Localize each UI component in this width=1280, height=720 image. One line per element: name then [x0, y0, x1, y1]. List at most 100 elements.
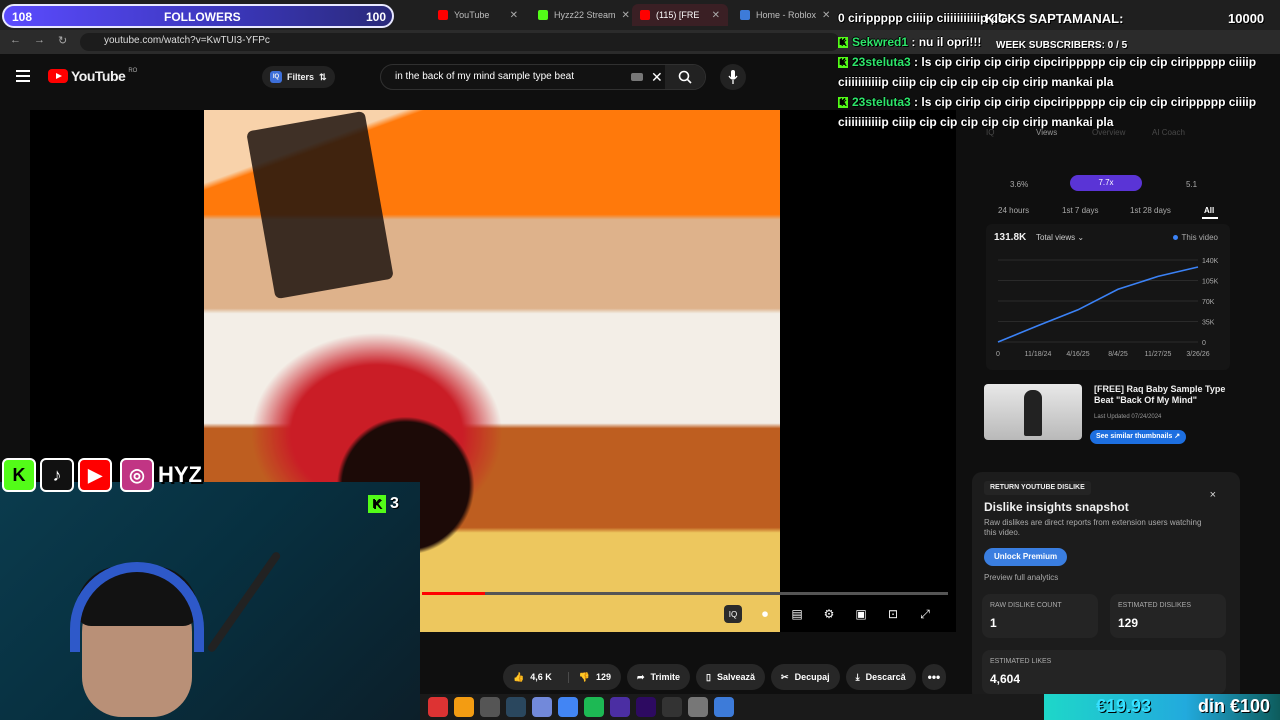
- cast-icon[interactable]: ⊡: [884, 605, 902, 623]
- forward-icon[interactable]: →: [34, 34, 45, 46]
- more-actions-button[interactable]: •••: [921, 664, 947, 690]
- download-button[interactable]: ⤓ Descarcă: [845, 664, 916, 690]
- x-tick-label: 11/18/24: [1025, 351, 1052, 358]
- kick-badge-icon: K: [838, 37, 848, 48]
- headphones-icon: [70, 562, 204, 652]
- miniplayer-icon[interactable]: ▣: [852, 605, 870, 623]
- kicks-label: KICKS SAPTAMANAL:: [985, 11, 1124, 26]
- tab-kick-stream[interactable]: Hyzz22 Stream ✕: [530, 4, 630, 26]
- range-option[interactable]: 1st 7 days: [1062, 206, 1098, 215]
- preview-analytics-link[interactable]: Preview full analytics: [984, 573, 1058, 582]
- x-tick-label: 8/4/25: [1108, 351, 1128, 358]
- discord-icon[interactable]: [532, 697, 552, 717]
- settings-icon[interactable]: ⚙: [820, 605, 838, 623]
- estimated-dislikes-box: ESTIMATED DISLIKES 129: [1110, 594, 1226, 638]
- progress-bar[interactable]: [422, 592, 948, 595]
- vidiq-tab[interactable]: AI Coach: [1152, 128, 1185, 137]
- stat-value-highlight: 7.7x: [1070, 175, 1142, 191]
- epic-games-icon[interactable]: [480, 697, 500, 717]
- voice-search-button[interactable]: [720, 64, 746, 90]
- save-button[interactable]: ▯ Salvează: [696, 664, 766, 690]
- like-count: 4,6 K: [530, 672, 552, 682]
- thumbnail-figure: [1024, 390, 1042, 436]
- kick-icon: K: [2, 458, 36, 492]
- tab-current-video[interactable]: (115) [FRE ✕: [632, 4, 728, 26]
- followers-label: FOLLOWERS: [164, 10, 241, 24]
- tab-label: (115) [FRE: [656, 10, 700, 20]
- region-code: RO: [128, 68, 138, 74]
- autoplay-icon[interactable]: ⏺: [756, 605, 774, 623]
- share-label: Trimite: [650, 672, 681, 682]
- x-tick-label: 11/27/25: [1145, 351, 1172, 358]
- stat-value: 1: [990, 616, 997, 630]
- microphone-icon: [728, 70, 738, 84]
- y-tick-label: 70K: [1202, 299, 1215, 306]
- steam-icon[interactable]: [506, 697, 526, 717]
- range-option[interactable]: 24 hours: [998, 206, 1029, 215]
- scissors-icon: ✂: [781, 671, 789, 682]
- vidiq-tab[interactable]: Views: [1036, 128, 1057, 137]
- chat-text: : nu il opri!!!: [911, 35, 982, 49]
- search-input[interactable]: in the back of my mind sample type beat: [395, 71, 574, 82]
- after-effects-icon[interactable]: [610, 697, 630, 717]
- stat-label: RAW DISLIKE COUNT: [990, 602, 1062, 609]
- share-button[interactable]: ➦ Trimite: [626, 664, 691, 690]
- kick-sub-badge: K 3: [368, 495, 399, 513]
- unlock-premium-button[interactable]: Unlock Premium: [984, 548, 1068, 566]
- vidiq-player-button[interactable]: IQ: [724, 605, 742, 623]
- app-icon[interactable]: [428, 697, 448, 717]
- share-icon: ➦: [636, 671, 645, 682]
- keyboard-icon[interactable]: [631, 73, 643, 81]
- range-option-selected[interactable]: All: [1204, 206, 1214, 215]
- close-icon[interactable]: ✕: [822, 10, 830, 21]
- progress-fill: [422, 592, 486, 595]
- youtube-favicon-icon: [438, 10, 448, 20]
- back-icon[interactable]: ←: [10, 34, 21, 46]
- tab-youtube[interactable]: YouTube ✕: [430, 4, 526, 26]
- youtube-logo[interactable]: YouTube RO: [48, 68, 137, 84]
- close-icon[interactable]: ✕: [622, 10, 630, 21]
- related-thumbnail[interactable]: [984, 384, 1082, 440]
- subtitles-icon[interactable]: ▤: [788, 605, 806, 623]
- microphone-arm: [206, 550, 282, 654]
- stat-value: 4,604: [990, 672, 1021, 686]
- range-option[interactable]: 1st 28 days: [1130, 206, 1171, 215]
- close-icon[interactable]: ✕: [712, 10, 720, 21]
- y-tick-label: 0: [1202, 340, 1206, 347]
- stat-label: ESTIMATED DISLIKES: [1118, 602, 1191, 609]
- reload-icon[interactable]: ↻: [58, 34, 67, 47]
- related-video-card[interactable]: [FREE] Raq Baby Sample Type Beat "Back O…: [984, 382, 1230, 452]
- menu-icon[interactable]: [16, 70, 30, 85]
- search-button[interactable]: [665, 65, 705, 89]
- tab-roblox[interactable]: Home - Roblox ✕: [732, 4, 832, 26]
- chrome-icon[interactable]: [558, 697, 578, 717]
- chat-username: Sekwred1: [852, 35, 909, 49]
- related-title[interactable]: [FREE] Raq Baby Sample Type Beat "Back O…: [1094, 384, 1230, 406]
- clip-button[interactable]: ✂ Decupaj: [771, 664, 840, 690]
- clear-icon[interactable]: ✕: [651, 69, 663, 86]
- premiere-icon[interactable]: [636, 697, 656, 717]
- filters-button[interactable]: IQ Filters ⇅: [262, 66, 335, 88]
- roblox-favicon-icon: [740, 10, 750, 20]
- close-icon[interactable]: ✕: [510, 10, 518, 21]
- raw-dislike-box: RAW DISLIKE COUNT 1: [982, 594, 1098, 638]
- url-field[interactable]: youtube.com/watch?v=KwTUI3-YFPc: [80, 33, 840, 51]
- search-box[interactable]: in the back of my mind sample type beat …: [380, 64, 706, 90]
- close-icon[interactable]: ×: [1210, 489, 1216, 501]
- dislike-button[interactable]: 👎 129: [567, 671, 621, 683]
- app-icon[interactable]: [688, 697, 708, 717]
- spotify-icon[interactable]: [584, 697, 604, 717]
- app-icon[interactable]: [714, 697, 734, 717]
- player-controls: IQ ⏺ ▤ ⚙ ▣ ⊡ ⤢: [724, 603, 934, 625]
- app-icon[interactable]: [454, 697, 474, 717]
- vidiq-tab[interactable]: IQ: [986, 128, 994, 137]
- webcam-overlay: [0, 482, 420, 720]
- similar-thumbnails-button[interactable]: See similar thumbnails ↗: [1090, 430, 1187, 444]
- vidiq-tab[interactable]: Overview: [1092, 128, 1125, 137]
- fullscreen-icon[interactable]: ⤢: [916, 605, 934, 623]
- like-button[interactable]: 👍 4,6 K: [503, 672, 562, 683]
- sliders-icon: ⇅: [319, 71, 327, 82]
- tab-label: Hyzz22 Stream: [554, 10, 616, 20]
- app-icon[interactable]: [662, 697, 682, 717]
- stat-label: ESTIMATED LIKES: [990, 658, 1052, 665]
